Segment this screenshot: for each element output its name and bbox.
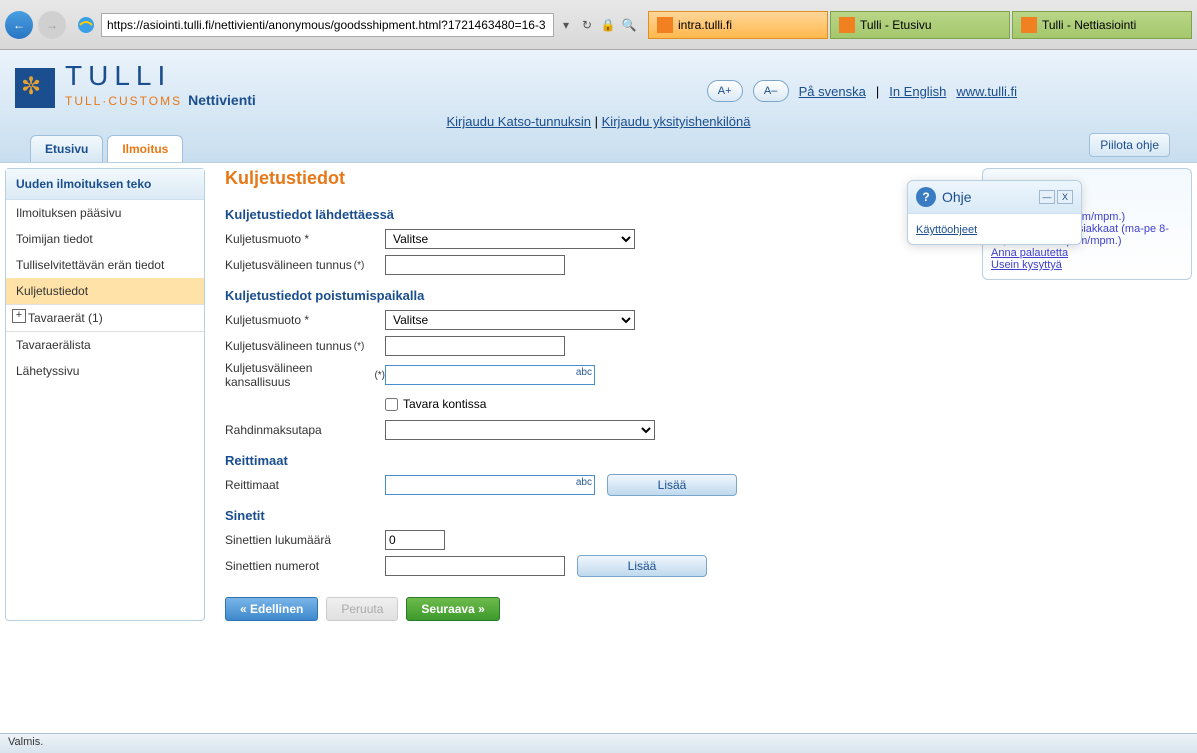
section-exit-title: Kuljetustiedot poistumispaikalla [225, 288, 962, 303]
forward-button[interactable]: → [38, 11, 66, 39]
input-sealnums[interactable] [385, 556, 565, 576]
page-title: Kuljetustiedot [225, 168, 962, 189]
lang-en-link[interactable]: In English [889, 84, 946, 99]
search-icon[interactable]: 🔍 [620, 16, 638, 34]
label-payment: Rahdinmaksutapa [225, 423, 385, 437]
faq-link[interactable]: Usein kysyttyä [991, 259, 1062, 271]
select-mode-exit[interactable]: Valitse [385, 310, 635, 330]
previous-button[interactable]: « Edellinen [225, 597, 318, 621]
section-seals-title: Sinetit [225, 508, 962, 523]
page-header: TULLI TULL·CUSTOMS Nettivienti A+ A– På … [0, 50, 1197, 162]
home-link[interactable]: www.tulli.fi [956, 84, 1017, 99]
sidebar-item-actor[interactable]: Toimijan tiedot [6, 226, 204, 252]
sidebar-item-batches[interactable]: Tavaraerät (1) [6, 304, 204, 332]
lang-sv-link[interactable]: På svenska [799, 84, 866, 99]
sidebar-title: Uuden ilmoituksen teko [6, 169, 204, 200]
logo-icon [15, 68, 55, 108]
section-depart-title: Kuljetustiedot lähdettäessä [225, 207, 962, 222]
label-mode-depart: Kuljetusmuoto * [225, 232, 385, 246]
logo-title: TULLI [65, 60, 256, 92]
sidebar-item-send[interactable]: Lähetyssivu [6, 358, 204, 384]
logo-subtitle: TULL·CUSTOMS [65, 94, 182, 108]
tab-ilmoitus[interactable]: Ilmoitus [107, 135, 183, 162]
feedback-link[interactable]: Anna palautetta [991, 247, 1068, 259]
url-bar[interactable]: https://asiointi.tulli.fi/nettivienti/an… [101, 13, 554, 37]
next-button[interactable]: Seuraava » [406, 597, 499, 621]
add-seal-button[interactable]: Lisää [577, 555, 707, 577]
label-mode-exit: Kuljetusmuoto * [225, 313, 385, 327]
label-id-exit: Kuljetusvälineen tunnus(*) [225, 339, 385, 353]
cancel-button[interactable]: Peruuta [326, 597, 398, 621]
favicon-icon [657, 17, 673, 33]
browser-tab[interactable]: Tulli - Nettiasiointi [1012, 11, 1192, 39]
refresh-icon[interactable]: ↻ [578, 16, 596, 34]
ie-icon [76, 15, 96, 35]
input-id-exit[interactable] [385, 336, 565, 356]
favicon-icon [839, 17, 855, 33]
label-container: Tavara kontissa [403, 397, 486, 411]
status-bar: Valmis. [0, 733, 1197, 753]
tab-etusivu[interactable]: Etusivu [30, 135, 103, 162]
label-sealnums: Sinettien numerot [225, 559, 385, 573]
favicon-icon [1021, 17, 1037, 33]
help-title: Ohje [942, 189, 972, 205]
sidebar-item-transport[interactable]: Kuljetustiedot [6, 278, 204, 304]
sidebar: Uuden ilmoituksen teko Ilmoituksen pääsi… [5, 168, 205, 621]
section-route-title: Reittimaat [225, 453, 962, 468]
label-sealcount: Sinettien lukumäärä [225, 533, 385, 547]
dropdown-icon[interactable]: ▾ [557, 16, 575, 34]
select-mode-depart[interactable]: Valitse [385, 229, 635, 249]
browser-tab[interactable]: intra.tulli.fi [648, 11, 828, 39]
label-route: Reittimaat [225, 478, 385, 492]
input-route[interactable] [385, 475, 595, 495]
font-increase-button[interactable]: A+ [707, 80, 743, 102]
login-private-link[interactable]: Kirjaudu yksityishenkilönä [602, 114, 751, 129]
help-icon: ? [916, 187, 936, 207]
lock-icon: 🔒 [599, 16, 617, 34]
input-id-depart[interactable] [385, 255, 565, 275]
minimize-icon[interactable]: — [1039, 190, 1055, 204]
help-manual-link[interactable]: Käyttöohjeet [916, 224, 977, 236]
sidebar-item-clearance[interactable]: Tulliselvitettävän erän tiedot [6, 252, 204, 278]
select-payment[interactable] [385, 420, 655, 440]
input-nationality[interactable] [385, 365, 595, 385]
add-route-button[interactable]: Lisää [607, 474, 737, 496]
app-name: Nettivienti [188, 92, 256, 108]
browser-tab[interactable]: Tulli - Etusivu [830, 11, 1010, 39]
login-katso-link[interactable]: Kirjaudu Katso-tunnuksin [447, 114, 592, 129]
help-popup: ? Ohje — X Käyttöohjeet [907, 180, 1082, 245]
sidebar-item-batchlist[interactable]: Tavaraerälista [6, 332, 204, 358]
label-id-depart: Kuljetusvälineen tunnus(*) [225, 258, 385, 272]
checkbox-container[interactable] [385, 398, 398, 411]
close-icon[interactable]: X [1057, 190, 1073, 204]
font-decrease-button[interactable]: A– [753, 80, 789, 102]
label-nationality: Kuljetusvälineen kansallisuus(*) [225, 361, 385, 389]
sidebar-item-main[interactable]: Ilmoituksen pääsivu [6, 200, 204, 226]
browser-toolbar: ← → https://asiointi.tulli.fi/nettivient… [0, 0, 1197, 50]
input-sealcount[interactable] [385, 530, 445, 550]
back-button[interactable]: ← [5, 11, 33, 39]
hide-help-button[interactable]: Piilota ohje [1089, 133, 1170, 157]
content-area: Kuljetustiedot Kuljetustiedot lähdettäes… [215, 168, 972, 621]
